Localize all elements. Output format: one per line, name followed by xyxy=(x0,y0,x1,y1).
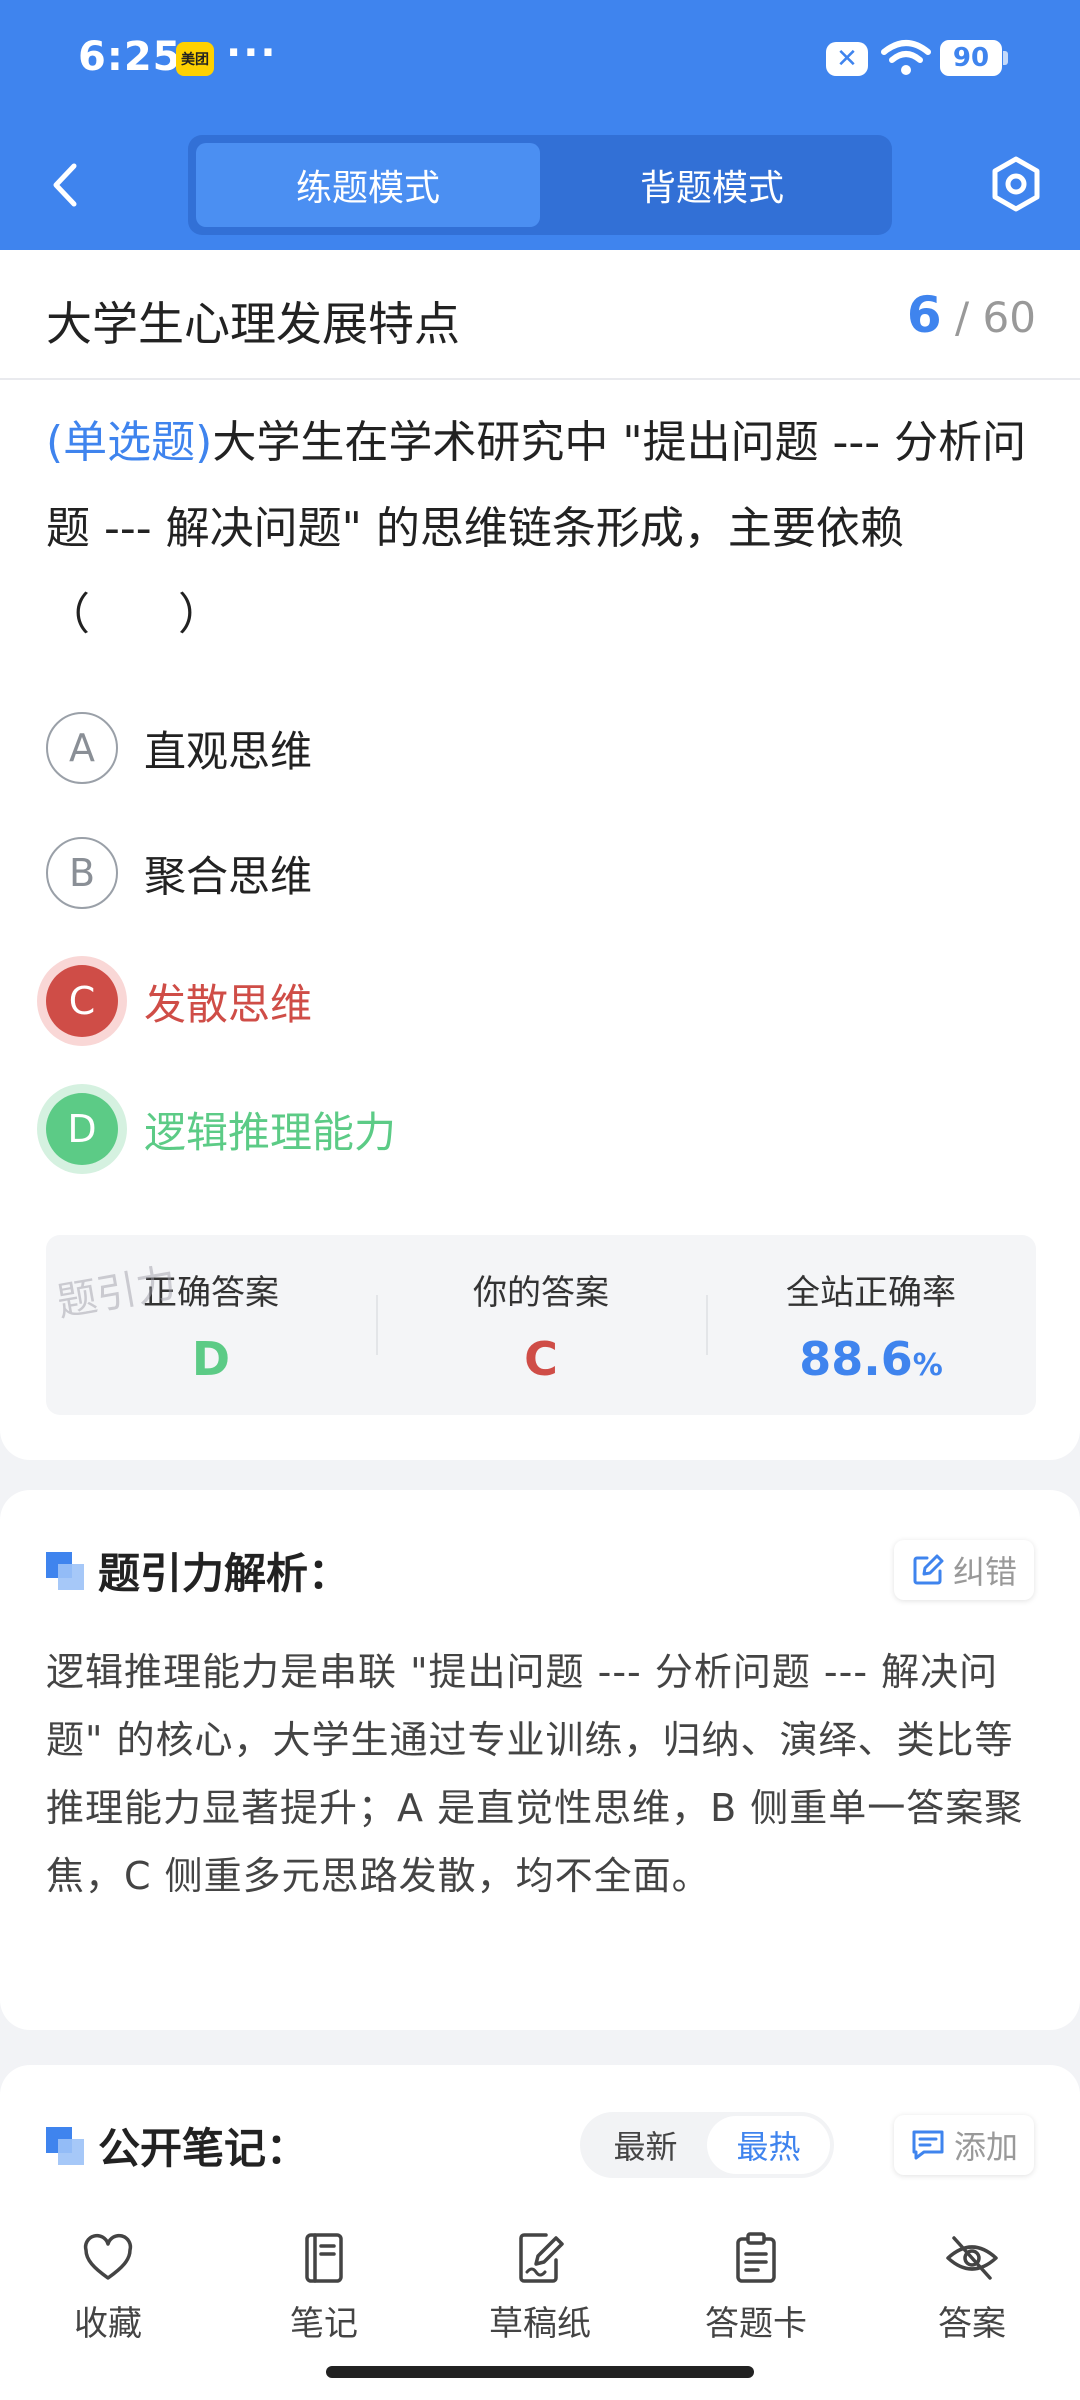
meituan-notification-icon: 美团 xyxy=(176,42,214,76)
progress-total: 60 xyxy=(982,293,1036,342)
option-letter: B xyxy=(46,837,118,909)
your-answer-value: C xyxy=(524,1332,558,1386)
question-progress[interactable]: 6 / 60 xyxy=(907,286,1036,344)
battery-indicator: 90 xyxy=(940,40,1008,76)
sort-newest[interactable]: 最新 xyxy=(584,2116,707,2174)
status-bar: 6:25 美团 ··· ✕ 90 xyxy=(0,0,1080,120)
heart-icon xyxy=(83,2233,133,2280)
tab-memorize-mode[interactable]: 背题模式 xyxy=(540,143,884,227)
eye-off-icon xyxy=(946,2236,998,2280)
edit-icon xyxy=(913,1554,944,1585)
option-d[interactable]: D 逻辑推理能力 xyxy=(46,1091,396,1167)
notes-title: 公开笔记： xyxy=(98,2124,309,2173)
settings-button[interactable] xyxy=(990,155,1042,213)
option-a[interactable]: A 直观思维 xyxy=(46,710,312,786)
section-square-icon xyxy=(46,1551,84,1590)
correct-answer-value: D xyxy=(191,1332,231,1386)
analysis-text: 逻辑推理能力是串联 "提出问题 --- 分析问题 --- 解决问题" 的核心，大… xyxy=(46,1650,1024,1898)
report-error-label: 纠错 xyxy=(952,1553,1017,1591)
favorite-button[interactable]: 收藏 xyxy=(0,2210,216,2400)
answer-summary: 正确答案 D 你的答案 C 全站正确率 88.6% xyxy=(46,1235,1036,1415)
option-text: 逻辑推理能力 xyxy=(144,1107,397,1157)
answer-card-icon xyxy=(736,2232,776,2283)
draft-paper-label: 草稿纸 xyxy=(489,2304,591,2344)
option-letter: C xyxy=(46,965,118,1037)
accuracy-unit: % xyxy=(912,1348,943,1383)
notes-header: 公开笔记： xyxy=(46,2115,308,2176)
progress-current: 6 xyxy=(906,286,942,344)
question-card: (单选题)大学生在学术研究中 "提出问题 --- 分析问题 --- 解决问题" … xyxy=(0,380,1080,1460)
question-stem: (单选题)大学生在学术研究中 "提出问题 --- 分析问题 --- 解决问题" … xyxy=(46,400,1036,658)
back-button[interactable] xyxy=(40,155,90,215)
question-type: (单选题) xyxy=(46,417,213,468)
notes-sort-switch: 最新 最热 xyxy=(580,2112,834,2178)
analysis-header: 题引力解析： xyxy=(46,1540,350,1601)
settings-hexagon-icon xyxy=(992,156,1040,212)
option-c[interactable]: C 发散思维 xyxy=(46,963,312,1039)
topic-bar: 大学生心理发展特点 6 / 60 xyxy=(0,250,1080,380)
draft-icon xyxy=(519,2233,564,2283)
site-accuracy: 全站正确率 88.6% xyxy=(706,1235,1036,1415)
wifi-icon xyxy=(881,40,931,75)
app-header: 6:25 美团 ··· ✕ 90 练题模式 背题模式 xyxy=(0,0,1080,250)
notes-label: 笔记 xyxy=(290,2304,358,2344)
status-time: 6:25 xyxy=(78,34,182,80)
show-answer-button[interactable]: 答案 xyxy=(864,2210,1080,2400)
answer-card-label: 答题卡 xyxy=(705,2304,807,2344)
option-text: 聚合思维 xyxy=(144,851,313,901)
favorite-label: 收藏 xyxy=(74,2304,142,2344)
add-note-label: 添加 xyxy=(953,2128,1018,2166)
your-answer-label: 你的答案 xyxy=(473,1273,609,1313)
option-b[interactable]: B 聚合思维 xyxy=(46,835,312,911)
accuracy-number: 88.6 xyxy=(799,1332,913,1386)
section-square-icon xyxy=(46,2126,84,2165)
show-answer-label: 答案 xyxy=(938,2304,1006,2344)
more-notifications-icon: ··· xyxy=(226,30,278,76)
tab-practice-mode[interactable]: 练题模式 xyxy=(196,143,540,227)
sort-hottest[interactable]: 最热 xyxy=(707,2116,830,2174)
public-notes-card: 公开笔记： 最新 最热 添加 xyxy=(0,2065,1080,2225)
option-text: 直观思维 xyxy=(144,726,313,776)
your-answer: 你的答案 C xyxy=(376,1235,706,1415)
no-sim-icon: ✕ xyxy=(826,42,868,76)
option-letter: A xyxy=(46,712,118,784)
notebook-icon xyxy=(305,2233,343,2283)
site-accuracy-value: 88.6% xyxy=(799,1332,943,1386)
option-text: 发散思维 xyxy=(144,979,313,1029)
site-accuracy-label: 全站正确率 xyxy=(786,1273,956,1313)
home-indicator[interactable] xyxy=(326,2366,754,2378)
comment-icon xyxy=(912,2130,944,2160)
topic-title: 大学生心理发展特点 xyxy=(46,297,460,351)
mode-switch: 练题模式 背题模式 xyxy=(188,135,892,235)
progress-separator: / xyxy=(955,293,970,342)
analysis-card: 题引力解析： 纠错 逻辑推理能力是串联 "提出问题 --- 分析问题 --- 解… xyxy=(0,1490,1080,2030)
analysis-title: 题引力解析： xyxy=(98,1549,351,1598)
chevron-left-icon xyxy=(53,163,77,207)
option-letter: D xyxy=(46,1093,118,1165)
report-error-button[interactable]: 纠错 xyxy=(894,1540,1034,1600)
add-note-button[interactable]: 添加 xyxy=(894,2115,1034,2175)
